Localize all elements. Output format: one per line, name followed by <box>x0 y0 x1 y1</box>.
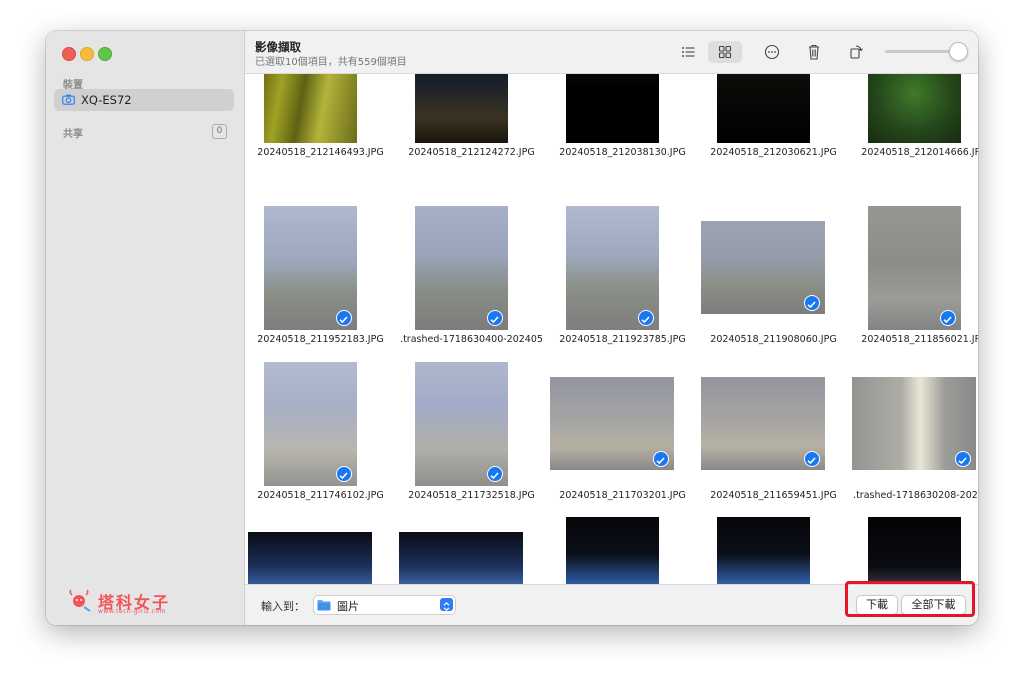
selected-check-icon <box>653 451 669 467</box>
close-window-button[interactable] <box>62 47 76 61</box>
trash-icon <box>809 44 819 60</box>
folder-icon <box>317 600 331 611</box>
rotate-button[interactable] <box>841 41 871 63</box>
photo-thumbnail <box>264 74 357 143</box>
photo-item[interactable] <box>396 517 547 584</box>
photo-filename: 20240518_212030621.JPG <box>710 147 837 158</box>
selected-check-icon <box>638 310 654 326</box>
selected-check-icon <box>487 310 503 326</box>
zoom-window-button[interactable] <box>98 47 112 61</box>
photo-filename: 20240518_212124272.JPG <box>408 147 535 158</box>
photo-thumbnail <box>566 74 659 143</box>
photo-item-selected[interactable]: 20240518_211952183.JPG <box>245 174 396 345</box>
more-options-button[interactable] <box>757 41 787 63</box>
photo-item-selected[interactable]: .trashed-1718630208-202405 <box>849 330 978 501</box>
photo-item[interactable] <box>245 517 396 584</box>
grid-icon <box>718 45 732 59</box>
selected-check-icon <box>804 451 820 467</box>
photo-thumbnail <box>717 74 810 143</box>
selected-check-icon <box>955 451 971 467</box>
selected-check-icon <box>940 310 956 326</box>
logo-icon <box>69 589 91 612</box>
photo-filename: 20240518_211659451.JPG <box>710 490 837 501</box>
toolbar: 影像擷取 已選取10個項目，共有559個項目 <box>245 31 978 74</box>
selected-check-icon <box>804 295 820 311</box>
selected-check-icon <box>336 310 352 326</box>
watermark-logo: 塔科女子 www.tech-girlz.com <box>68 589 178 615</box>
import-destination-select[interactable]: 圖片 <box>313 595 456 615</box>
photo-item-selected[interactable]: 20240518_211659451.JPG <box>698 330 849 501</box>
photo-item[interactable]: 20240518_212124272.JPG <box>396 74 547 174</box>
photo-item-selected[interactable]: 20240518_211908060.JPG <box>698 174 849 345</box>
photo-item-selected[interactable]: 20240518_211746102.JPG <box>245 330 396 501</box>
photo-thumbnail <box>399 532 523 584</box>
watermark-url: www.tech-girlz.com <box>98 608 166 615</box>
photo-grid: 20240518_212146493.JPG 20240518_21212427… <box>245 74 978 584</box>
sidebar: 裝置 XQ-ES72 共享 0 塔科女子 www.tech-girlz.com <box>46 31 245 625</box>
ellipsis-circle-icon <box>764 44 780 60</box>
photo-item[interactable]: 20240518_212014666.JPG <box>849 74 978 174</box>
selected-check-icon <box>336 466 352 482</box>
photo-item-selected[interactable]: 20240518_211856021.JPG <box>849 174 978 345</box>
photo-item-selected[interactable]: 20240518_211732518.JPG <box>396 330 547 501</box>
photo-item[interactable]: 20240518_212038130.JPG <box>547 74 698 174</box>
delete-button[interactable] <box>799 41 829 63</box>
list-icon <box>682 47 695 57</box>
image-capture-window: 裝置 XQ-ES72 共享 0 塔科女子 www.tech-girlz.com <box>46 31 978 625</box>
photo-filename: 20240518_212038130.JPG <box>559 147 686 158</box>
chevron-updown-icon <box>440 598 453 612</box>
selected-check-icon <box>487 466 503 482</box>
photo-filename: 20240518_211732518.JPG <box>408 490 535 501</box>
photo-filename: 20240518_211703201.JPG <box>559 490 686 501</box>
photo-filename: 20240518_211746102.JPG <box>257 490 384 501</box>
grid-view-button[interactable] <box>708 41 742 63</box>
download-buttons-highlight <box>845 581 975 617</box>
photo-item-selected[interactable]: .trashed-1718630400-202405 <box>396 174 547 345</box>
photo-filename: .trashed-1718630208-202405 <box>853 490 978 501</box>
photo-item[interactable] <box>547 517 698 584</box>
shared-count-badge: 0 <box>212 124 227 139</box>
photo-item-selected[interactable]: 20240518_211923785.JPG <box>547 174 698 345</box>
photo-item[interactable] <box>849 517 978 584</box>
shared-heading: 共享 <box>63 129 83 140</box>
photo-item[interactable]: 20240518_212030621.JPG <box>698 74 849 174</box>
slider-knob[interactable] <box>949 42 968 61</box>
selection-summary: 已選取10個項目，共有559個項目 <box>255 57 407 68</box>
camera-icon <box>62 94 75 105</box>
photo-item[interactable]: 20240518_212146493.JPG <box>245 74 396 174</box>
import-to-label: 輸入到： <box>261 600 305 613</box>
device-name-label: XQ-ES72 <box>81 93 132 107</box>
rotate-icon <box>850 45 863 59</box>
photo-item-selected[interactable]: 20240518_211703201.JPG <box>547 330 698 501</box>
photo-thumbnail <box>868 74 961 143</box>
photo-item[interactable] <box>698 517 849 584</box>
photo-thumbnail <box>868 517 961 584</box>
photo-thumbnail <box>717 517 810 584</box>
photo-thumbnail <box>248 532 372 584</box>
photo-thumbnail <box>566 517 659 584</box>
sidebar-item-device[interactable]: XQ-ES72 <box>54 89 234 111</box>
list-view-button[interactable] <box>674 41 704 63</box>
photo-filename: 20240518_212146493.JPG <box>257 147 384 158</box>
import-destination-value: 圖片 <box>337 600 359 613</box>
minimize-window-button[interactable] <box>80 47 94 61</box>
photo-thumbnail <box>415 74 508 143</box>
photo-filename: 20240518_212014666.JPG <box>861 147 978 158</box>
